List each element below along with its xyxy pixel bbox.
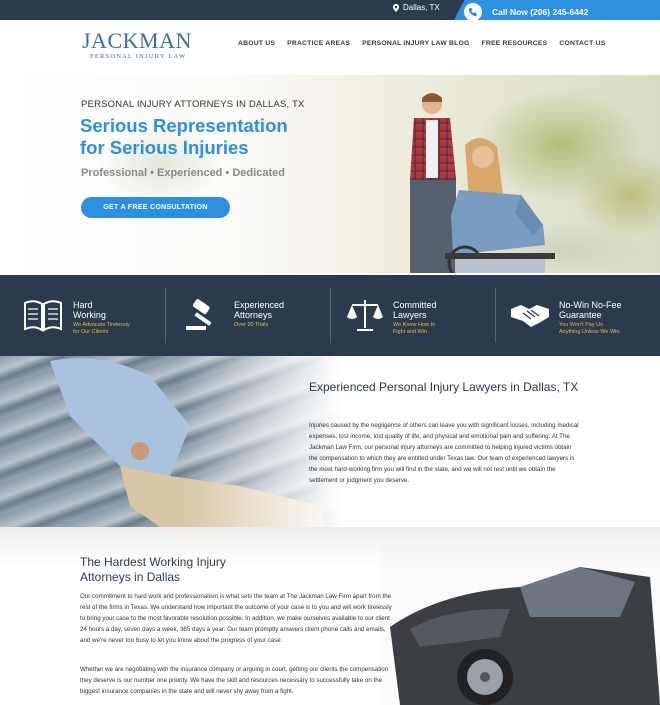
call-now-label: Call Now (206) 245-6442	[492, 7, 589, 17]
site-header: JACKMAN PERSONAL INJURY LAW ABOUT US PRA…	[0, 20, 660, 75]
nav-free-resources[interactable]: FREE RESOURCES	[482, 40, 548, 47]
hero-tagline: Professional • Experienced • Dedicated	[81, 167, 285, 179]
location-label: Dallas, TX	[403, 3, 440, 12]
nav-about-us[interactable]: ABOUT US	[238, 40, 275, 47]
feature-no-win-no-fee: No-Win No-Fee Guarantee You Won't Pay Us A…	[495, 275, 660, 356]
free-consultation-button[interactable]: GET A FREE CONSULTATION	[81, 197, 230, 218]
section3-heading: The Hardest Working Injury Attorneys in …	[80, 555, 226, 584]
gavel-icon	[186, 299, 212, 330]
nav-blog[interactable]: PERSONAL INJURY LAW BLOG	[362, 40, 469, 47]
nav-practice-areas[interactable]: PRACTICE AREAS	[287, 40, 350, 47]
map-pin-icon	[393, 3, 399, 12]
feature-title: No-Win No-Fee Guarantee	[559, 300, 622, 320]
wrecked-car-image	[380, 537, 660, 705]
section2-heading: Experienced Personal Injury Lawyers in D…	[309, 380, 579, 394]
feature-subtitle: Over 20 Trials	[234, 322, 269, 328]
main-nav: ABOUT US PRACTICE AREAS PERSONAL INJURY …	[238, 40, 605, 47]
handshake-icon	[511, 305, 549, 327]
hero-girl-wheelchair-image	[445, 137, 555, 273]
hero-eyebrow: PERSONAL INJURY ATTORNEYS IN DALLAS, TX	[81, 99, 305, 110]
logo-name: JACKMAN	[82, 28, 192, 53]
feature-title: Hard Working	[73, 300, 106, 320]
feature-experienced-attorneys: Experienced Attorneys Over 20 Trials	[165, 275, 330, 356]
section3-paragraph-2: Whether we are negotiating with the insu…	[80, 666, 389, 695]
top-bar: Dallas, TX Call Now (206) 245-6442	[0, 0, 660, 24]
hero-headline-line2: for Serious Injuries	[80, 137, 249, 158]
feature-title: Committed Lawyers	[393, 300, 437, 320]
features-band: Hard Working We Advocate Tirelessly for Ou…	[0, 275, 660, 356]
logo-subtitle: PERSONAL INJURY LAW	[90, 53, 187, 60]
hero-headline: Serious Representation for Serious Injur…	[80, 115, 288, 159]
section3-paragraph-1: Our commitment to hard work and professi…	[80, 593, 392, 644]
experienced-lawyers-section: Experienced Personal Injury Lawyers in D…	[0, 356, 660, 527]
hero-headline-line1: Serious Representation	[80, 115, 288, 136]
feature-title: Experienced Attorneys	[234, 300, 285, 320]
phone-icon	[464, 3, 482, 21]
location: Dallas, TX	[393, 3, 440, 12]
feature-subtitle: We Advocate Tirelessly for Our Clients	[73, 322, 130, 335]
nav-contact-us[interactable]: CONTACT US	[559, 40, 605, 47]
hardest-working-section: The Hardest Working Injury Attorneys in …	[0, 527, 660, 705]
feature-committed-lawyers: Committed Lawyers We Know How to Fight and…	[330, 275, 495, 356]
feature-subtitle: We Know How to Fight and Win	[393, 322, 436, 335]
book-icon	[24, 300, 62, 332]
scales-icon	[347, 300, 383, 331]
feature-hard-working: Hard Working We Advocate Tirelessly for Ou…	[0, 275, 165, 356]
hero-section: PERSONAL INJURY ATTORNEYS IN DALLAS, TX …	[0, 75, 660, 273]
feature-subtitle: You Won't Pay Us Anything Unless We Win.	[559, 322, 621, 335]
logo[interactable]: JACKMAN PERSONAL INJURY LAW	[82, 28, 192, 61]
section2-body: Injuries caused by the negligence of oth…	[309, 422, 579, 484]
